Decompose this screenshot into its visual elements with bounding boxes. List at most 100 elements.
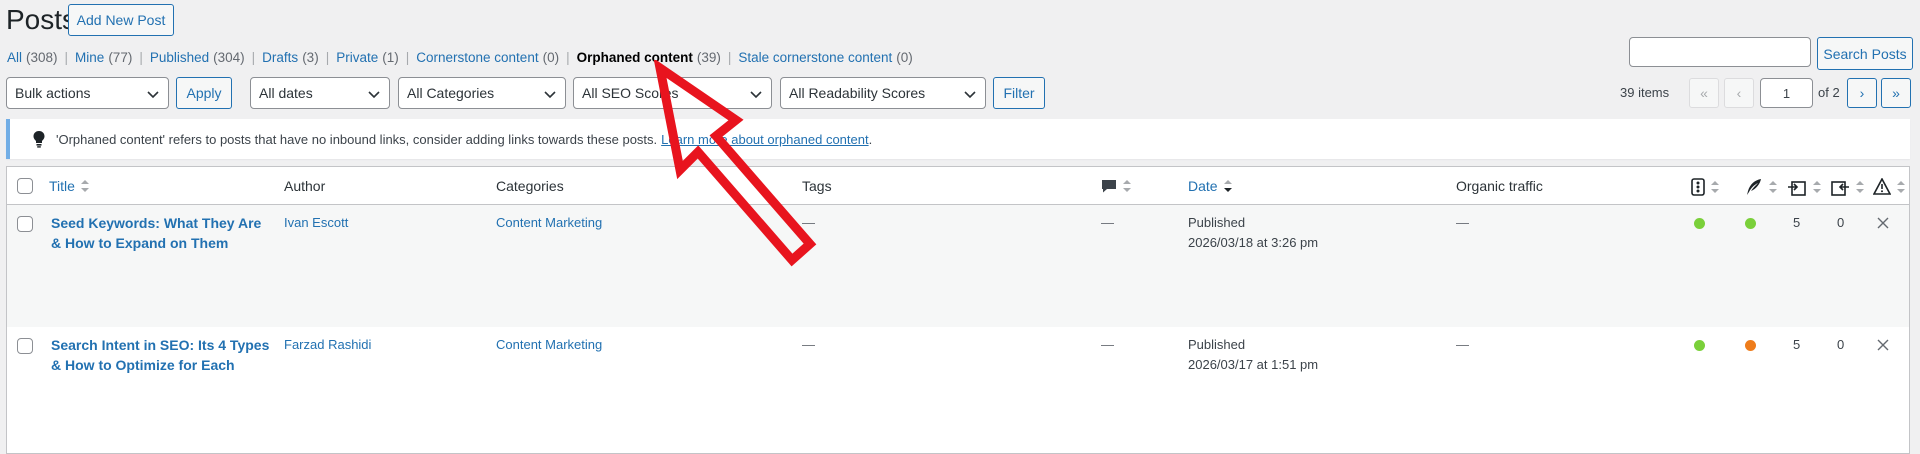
- view-count: (0): [896, 50, 913, 65]
- post-title-link[interactable]: & How to Expand on Them: [51, 233, 281, 253]
- view-count: (39): [696, 50, 721, 65]
- view-count: (77): [108, 50, 133, 65]
- table-row: Seed Keywords: What They Are & How to Ex…: [7, 205, 1909, 327]
- column-outgoing-links[interactable]: [1787, 178, 1822, 196]
- organic-traffic-value: —: [1456, 215, 1469, 230]
- current-page-input[interactable]: 1: [1760, 78, 1813, 108]
- column-date[interactable]: Date: [1188, 178, 1233, 194]
- organic-traffic-value: —: [1456, 337, 1469, 352]
- separator: |: [64, 50, 69, 65]
- date-column-label[interactable]: Date: [1188, 178, 1218, 194]
- outgoing-links-count: 5: [1793, 337, 1801, 352]
- view-private-link[interactable]: Private: [336, 50, 378, 65]
- seo-score-indicator: [1694, 340, 1705, 351]
- view-published-link[interactable]: Published: [150, 50, 209, 65]
- incoming-links-count: 0: [1837, 215, 1845, 230]
- comments-value: —: [1101, 337, 1114, 352]
- view-mine-link[interactable]: Mine: [75, 50, 104, 65]
- post-title-link[interactable]: Search Intent in SEO: Its 4 Types: [51, 335, 281, 355]
- readability-scores-select[interactable]: All Readability Scores: [780, 77, 986, 109]
- separator: |: [727, 50, 732, 65]
- incoming-links-count: 0: [1837, 337, 1845, 352]
- quill-icon: [1747, 179, 1761, 195]
- learn-more-link[interactable]: Learn more about orphaned content: [661, 132, 868, 147]
- post-title-link[interactable]: Seed Keywords: What They Are: [51, 213, 281, 233]
- separator: |: [405, 50, 410, 65]
- bulk-actions-select[interactable]: Bulk actions: [6, 77, 169, 109]
- author-link[interactable]: Farzad Rashidi: [284, 335, 371, 355]
- sort-desc-icon: [1223, 180, 1232, 192]
- readability-scores-value: All Readability Scores: [789, 85, 926, 101]
- post-status: Published: [1188, 215, 1246, 230]
- page-title: Posts: [6, 4, 77, 35]
- post-status-views: All (308) | Mine (77) | Published (304) | D…: [7, 50, 913, 65]
- chevron-down-icon: [368, 91, 380, 99]
- view-count: (3): [302, 50, 319, 65]
- items-count: 39 items: [1620, 85, 1670, 100]
- search-posts-button[interactable]: Search Posts: [1817, 37, 1913, 70]
- chevron-down-icon: [544, 91, 556, 99]
- author-link[interactable]: Ivan Escott: [284, 213, 348, 233]
- prev-page-button[interactable]: ‹: [1724, 78, 1754, 108]
- post-title-link[interactable]: & How to Optimize for Each: [51, 355, 281, 375]
- column-seo-score[interactable]: [1691, 178, 1720, 196]
- warning-icon: [1873, 178, 1891, 195]
- view-orphaned-link[interactable]: Orphaned content: [577, 50, 693, 65]
- category-link[interactable]: Content Marketing: [496, 335, 602, 355]
- view-drafts-link[interactable]: Drafts: [262, 50, 298, 65]
- close-icon[interactable]: [1877, 339, 1889, 351]
- total-pages: of 2: [1818, 85, 1840, 100]
- comments-value: —: [1101, 215, 1114, 230]
- sort-icon: [1769, 181, 1777, 193]
- tags-value: —: [802, 337, 815, 352]
- seo-scores-select[interactable]: All SEO Scores: [573, 77, 772, 109]
- column-tags: Tags: [802, 178, 832, 194]
- seo-scores-value: All SEO Scores: [582, 85, 679, 101]
- category-link[interactable]: Content Marketing: [496, 213, 602, 233]
- column-categories: Categories: [496, 178, 564, 194]
- select-all-checkbox[interactable]: [17, 178, 33, 194]
- table-header: Title Author Categories Tags Date Organi…: [7, 167, 1909, 205]
- first-page-button[interactable]: «: [1689, 78, 1719, 108]
- column-comments[interactable]: [1101, 178, 1132, 194]
- view-stale-cornerstone-link[interactable]: Stale cornerstone content: [738, 50, 892, 65]
- dates-value: All dates: [259, 85, 313, 101]
- notice-text: 'Orphaned content' refers to posts that …: [56, 131, 658, 147]
- separator: |: [325, 50, 330, 65]
- search-input[interactable]: [1629, 37, 1811, 67]
- dates-select[interactable]: All dates: [250, 77, 390, 109]
- view-count: (0): [542, 50, 560, 65]
- add-new-post-button[interactable]: Add New Post: [68, 4, 174, 36]
- seo-score-indicator: [1694, 218, 1705, 229]
- last-page-button[interactable]: »: [1881, 78, 1911, 108]
- row-checkbox[interactable]: [17, 216, 33, 232]
- column-warnings[interactable]: [1873, 178, 1906, 196]
- filter-button[interactable]: Filter: [993, 77, 1045, 109]
- column-title[interactable]: Title: [49, 178, 90, 194]
- column-incoming-links[interactable]: [1830, 178, 1865, 196]
- close-icon[interactable]: [1877, 217, 1889, 229]
- column-author: Author: [284, 178, 326, 194]
- table-row: Search Intent in SEO: Its 4 Types & How …: [7, 327, 1909, 449]
- row-checkbox[interactable]: [17, 338, 33, 354]
- view-cornerstone-link[interactable]: Cornerstone content: [416, 50, 538, 65]
- next-page-button[interactable]: ›: [1847, 78, 1877, 108]
- categories-select[interactable]: All Categories: [398, 77, 566, 109]
- incoming-links-icon: [1831, 181, 1849, 196]
- outgoing-links-count: 5: [1793, 215, 1801, 230]
- apply-button[interactable]: Apply: [176, 77, 232, 109]
- separator: |: [566, 50, 570, 65]
- notice-period: .: [868, 131, 873, 147]
- sort-icon: [1856, 181, 1864, 193]
- title-column-label[interactable]: Title: [49, 178, 75, 194]
- view-all-link[interactable]: All: [7, 50, 22, 65]
- orphaned-content-notice: 'Orphaned content' refers to posts that …: [6, 119, 1910, 159]
- column-readability[interactable]: [1745, 178, 1778, 196]
- readability-score-indicator: [1745, 218, 1756, 229]
- view-count: (304): [213, 50, 245, 65]
- view-count: (308): [26, 50, 58, 65]
- sort-icon: [1711, 181, 1719, 193]
- lightbulb-icon: [33, 131, 45, 148]
- post-date: 2026/03/17 at 1:51 pm: [1188, 357, 1319, 372]
- tags-value: —: [802, 215, 815, 230]
